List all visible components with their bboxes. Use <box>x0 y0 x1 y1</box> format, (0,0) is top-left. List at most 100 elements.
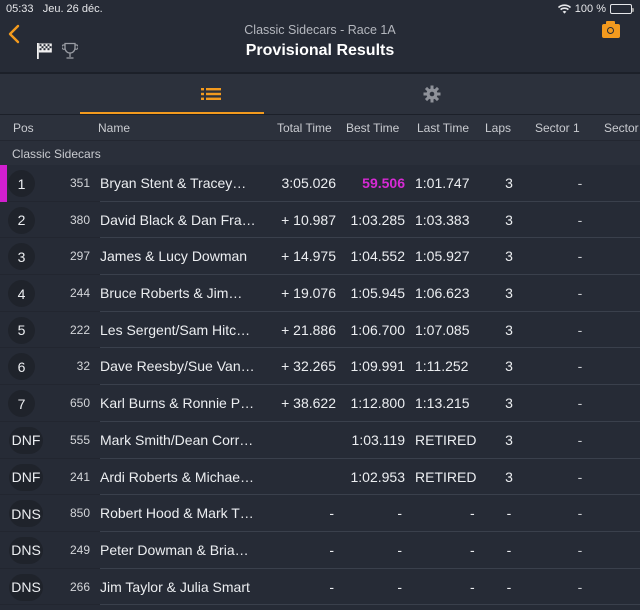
result-row[interactable]: 7 650 Karl Burns & Ronnie P… + 38.622 1:12.8… <box>0 385 640 422</box>
best-time: 1:04.552 <box>350 248 406 265</box>
laps: 3 <box>505 321 513 338</box>
position-badge: DNF <box>9 426 43 454</box>
best-time: - <box>397 505 402 522</box>
result-row[interactable]: 1 351 Bryan Stent & Tracey… 3:05.026 59.506 1… <box>0 165 640 202</box>
sector-1: - <box>577 211 583 228</box>
trophy-icon[interactable] <box>62 42 78 60</box>
race-subtitle: Classic Sidecars - Race 1A <box>244 23 396 37</box>
col-best-time[interactable]: Best Time <box>346 121 399 135</box>
col-sector-1[interactable]: Sector 1 <box>535 121 580 135</box>
sector-1: - <box>577 395 583 412</box>
best-time: - <box>397 541 402 558</box>
laps: - <box>506 505 512 522</box>
best-time: 1:03.119 <box>351 431 405 448</box>
result-row[interactable]: DNS 266 Jim Taylor & Julia Smart - - - - - <box>0 569 640 606</box>
rider-number: 555 <box>69 432 90 447</box>
page-title: Provisional Results <box>245 42 395 59</box>
rider-name: Robert Hood & Mark T… <box>100 505 254 522</box>
result-row[interactable]: 6 32 Dave Reesby/Sue Van… + 32.265 1:09.991 1… <box>0 348 640 385</box>
laps: 3 <box>505 285 513 302</box>
total-time: + 32.265 <box>281 358 336 375</box>
sector-1: - <box>577 321 583 338</box>
laps: - <box>506 541 512 558</box>
result-row[interactable]: 5 222 Les Sergent/Sam Hitc… + 21.886 1:06.70… <box>0 312 640 349</box>
position-badge: DNS <box>9 500 43 528</box>
rider-number: 351 <box>69 176 90 190</box>
rider-number: 241 <box>69 469 90 484</box>
rider-name: Bryan Stent & Tracey… <box>100 175 247 191</box>
sector-1: - <box>577 175 583 191</box>
status-right: 100 % <box>557 3 634 15</box>
position-badge: 6 <box>8 353 35 381</box>
last-time: 1:01.747 <box>415 175 470 191</box>
col-laps[interactable]: Laps <box>485 121 511 135</box>
date: Jeu. 26 déc. <box>42 3 103 15</box>
tab-settings[interactable] <box>324 74 540 114</box>
last-time: 1:06.623 <box>415 285 470 302</box>
rider-name: Les Sergent/Sam Hitc… <box>100 321 251 338</box>
battery-icon <box>610 4 634 14</box>
rider-number: 380 <box>69 212 90 227</box>
position-badge: DNF <box>9 463 43 491</box>
col-name[interactable]: Name <box>98 121 130 135</box>
total-time: 3:05.026 <box>281 175 337 191</box>
rider-number: 650 <box>69 396 90 411</box>
result-row[interactable]: DNS 850 Robert Hood & Mark T… - - - - - <box>0 495 640 532</box>
last-time: - <box>470 578 475 595</box>
best-time: 1:03.285 <box>350 211 406 228</box>
sector-1: - <box>577 505 583 522</box>
rider-name: Bruce Roberts & Jim… <box>100 285 243 302</box>
sector-1: - <box>577 358 583 375</box>
last-time: 1:03.383 <box>415 211 470 228</box>
last-time: - <box>470 505 475 522</box>
rider-name: Karl Burns & Ronnie P… <box>100 395 255 412</box>
sector-1: - <box>577 468 583 485</box>
clock: 05:33 <box>6 3 34 15</box>
laps: 3 <box>505 248 513 265</box>
col-last-time[interactable]: Last Time <box>417 121 469 135</box>
result-row[interactable]: 2 380 David Black & Dan Fra… + 10.987 1:03.2… <box>0 202 640 239</box>
sector-1: - <box>577 248 583 265</box>
wifi-icon <box>557 4 571 14</box>
rider-number: 244 <box>69 286 90 301</box>
result-row[interactable]: DNS 249 Peter Dowman & Bria… - - - - - <box>0 532 640 569</box>
best-time: 1:09.991 <box>350 358 406 375</box>
camera-button[interactable] <box>602 21 620 38</box>
list-icon <box>201 88 221 100</box>
result-row[interactable]: 3 297 James & Lucy Dowman + 14.975 1:04.552 1… <box>0 238 640 275</box>
col-total-time[interactable]: Total Time <box>277 121 332 135</box>
col-sector-2[interactable]: Sector <box>604 121 639 135</box>
laps: 3 <box>505 431 513 448</box>
laps: 3 <box>505 468 513 485</box>
position-badge: DNS <box>9 536 43 564</box>
position-badge: 4 <box>8 280 35 308</box>
result-row[interactable]: DNF 555 Mark Smith/Dean Corr… 1:03.119 RETIR… <box>0 422 640 459</box>
total-time: + 38.622 <box>281 395 336 412</box>
laps: - <box>506 578 512 595</box>
total-time: - <box>329 505 334 522</box>
view-tabs <box>0 74 640 114</box>
best-time: 1:12.800 <box>350 395 406 412</box>
total-time: + 14.975 <box>281 248 336 265</box>
laps: 3 <box>505 175 513 191</box>
rider-name: Mark Smith/Dean Corr… <box>100 431 254 448</box>
tab-list[interactable] <box>98 74 324 114</box>
result-row[interactable]: 4 244 Bruce Roberts & Jim… + 19.076 1:05.945… <box>0 275 640 312</box>
col-pos[interactable]: Pos <box>13 121 34 135</box>
best-time: 1:05.945 <box>350 285 406 302</box>
status-time: 05:33 Jeu. 26 déc. <box>6 3 103 15</box>
checkered-flag-icon[interactable] <box>36 42 54 60</box>
best-time: - <box>397 578 402 595</box>
total-time: - <box>329 578 334 595</box>
last-time: 1:07.085 <box>415 321 470 338</box>
rider-number: 297 <box>69 249 90 264</box>
rider-name: James & Lucy Dowman <box>100 248 248 265</box>
sector-1: - <box>577 541 583 558</box>
rider-number: 266 <box>69 579 90 594</box>
result-row[interactable]: DNF 241 Ardi Roberts & Michae… 1:02.953 RETI… <box>0 459 640 496</box>
rider-name: Ardi Roberts & Michae… <box>100 468 255 485</box>
leader-indicator <box>0 165 7 202</box>
rider-name: Peter Dowman & Bria… <box>100 541 249 558</box>
total-time: + 21.886 <box>281 321 336 338</box>
gear-icon <box>423 85 441 103</box>
